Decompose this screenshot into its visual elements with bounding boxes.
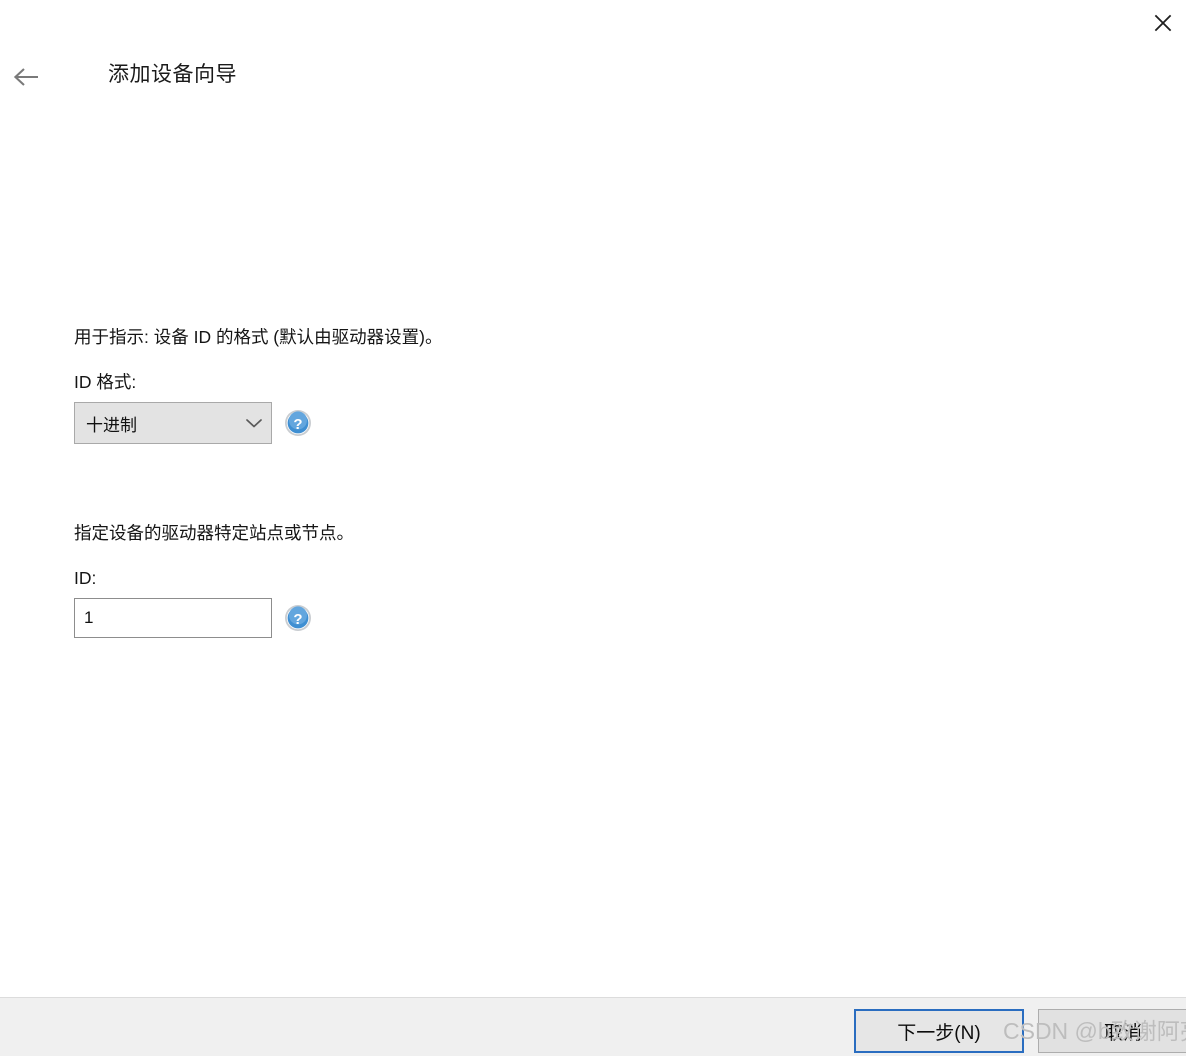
id-section: 指定设备的驱动器特定站点或节点。 ID: ?	[74, 520, 354, 638]
id-description: 指定设备的驱动器特定站点或节点。	[74, 523, 354, 543]
wizard-header: 添加设备向导	[0, 56, 1186, 118]
back-button[interactable]	[11, 62, 41, 92]
svg-text:?: ?	[293, 611, 302, 628]
wizard-footer: 下一步(N) 取消	[0, 997, 1186, 1056]
id-format-dropdown[interactable]: 十进制	[74, 402, 272, 444]
cancel-button[interactable]: 取消	[1038, 1009, 1186, 1053]
id-format-section: 用于指示: 设备 ID 的格式 (默认由驱动器设置)。 ID 格式: 十进制 ?	[74, 324, 442, 444]
next-button[interactable]: 下一步(N)	[854, 1009, 1024, 1053]
wizard-body: 用于指示: 设备 ID 的格式 (默认由驱动器设置)。 ID 格式: 十进制 ?…	[0, 118, 1186, 1056]
footer-button-group: 下一步(N) 取消	[854, 1009, 1186, 1053]
id-format-help-icon[interactable]: ?	[284, 409, 312, 437]
close-icon	[1152, 12, 1174, 34]
back-arrow-icon	[11, 65, 41, 89]
titlebar	[0, 0, 1186, 56]
page-title: 添加设备向导	[108, 63, 237, 86]
id-format-control-row: 十进制 ?	[74, 402, 442, 444]
id-format-description: 用于指示: 设备 ID 的格式 (默认由驱动器设置)。	[74, 327, 443, 347]
id-format-label: ID 格式:	[74, 372, 137, 392]
svg-text:?: ?	[293, 416, 302, 433]
id-format-selected-value: 十进制	[86, 415, 137, 435]
chevron-down-icon	[237, 417, 271, 429]
id-label: ID:	[74, 568, 97, 588]
id-control-row: ?	[74, 598, 354, 638]
id-input[interactable]	[74, 598, 272, 638]
id-help-icon[interactable]: ?	[284, 604, 312, 632]
add-device-wizard-window: 添加设备向导 用于指示: 设备 ID 的格式 (默认由驱动器设置)。 ID 格式…	[0, 0, 1186, 1056]
close-button[interactable]	[1140, 0, 1186, 46]
